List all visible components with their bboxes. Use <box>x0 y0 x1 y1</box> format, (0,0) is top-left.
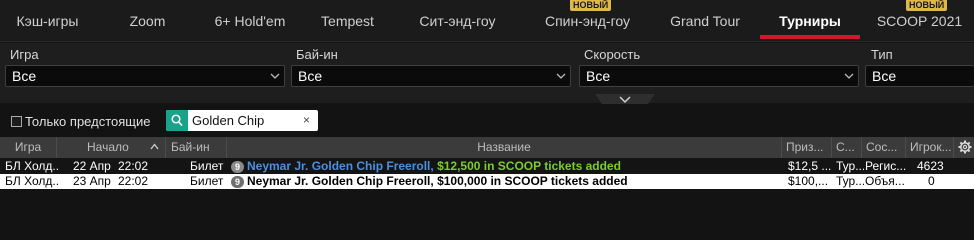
clear-search-button[interactable]: × <box>303 113 310 127</box>
tab-label: Grand Tour <box>670 13 740 29</box>
tournament-name: Neymar Jr. Golden Chip Freeroll, <box>247 159 434 173</box>
chevron-down-icon <box>619 96 631 104</box>
upcoming-only-label: Только предстоящие <box>25 114 151 129</box>
buyin-filter-select[interactable]: Все <box>291 65 571 87</box>
tab-label: 6+ Hold'em <box>214 13 286 29</box>
row-prize: $12,5 ... <box>788 159 832 173</box>
gear-icon[interactable] <box>958 140 972 154</box>
type-filter-label: Тип <box>871 47 893 62</box>
upcoming-only-checkbox[interactable] <box>11 116 22 127</box>
row-players: 0 <box>928 174 935 188</box>
col-header-name[interactable]: Название <box>227 137 782 158</box>
tab-label: Спин-энд-гоу <box>544 13 631 29</box>
col-header-players[interactable]: Игрок... <box>906 137 954 158</box>
row-game: БЛ Холд... <box>5 174 60 188</box>
tab-tempest[interactable]: Tempest <box>300 0 395 42</box>
row-status: Регис... <box>865 159 907 173</box>
search-input[interactable]: Golden Chip × <box>166 110 318 131</box>
row-players: 4623 <box>917 159 944 173</box>
game-filter-label: Игра <box>10 47 39 62</box>
tab-grand-tour[interactable]: Grand Tour <box>655 0 755 42</box>
chevron-down-icon <box>556 73 566 79</box>
table-row-selected[interactable]: БЛ Холд... 23 Апр 22:02 Билет 9 Neymar Jr… <box>0 174 974 189</box>
col-header-status[interactable]: Сос... <box>862 137 906 158</box>
row-buyin: Билет <box>190 159 224 173</box>
tournament-extra: $12,500 in SCOOP tickets added <box>433 159 621 173</box>
search-toolbar: Только предстоящие Golden Chip × <box>0 104 974 136</box>
tab-spin-and-go[interactable]: НОВЫЙ Спин-энд-гоу <box>520 0 655 42</box>
tournament-extra: $100,000 in SCOOP tickets added <box>433 174 628 188</box>
row-date: 22 Апр <box>73 159 111 173</box>
tab-zoom[interactable]: Zoom <box>95 0 200 42</box>
table-empty-area <box>0 190 974 223</box>
speed-filter-value: Все <box>586 68 611 84</box>
search-button[interactable] <box>166 110 188 131</box>
level-badge: 9 <box>231 161 244 173</box>
tab-label: Сит-энд-гоу <box>419 13 496 29</box>
new-badge: НОВЫЙ <box>906 0 948 11</box>
sort-ascending-icon <box>150 143 159 150</box>
col-header-buyin[interactable]: Бай-ин <box>166 137 227 158</box>
filter-panel: Игра Все Бай-ин Все Скорость Все Тип Все <box>0 43 974 107</box>
col-header-prize[interactable]: Приз... <box>782 137 832 158</box>
row-prize: $100,... <box>788 174 829 188</box>
tournament-table-header: Игра Начало Бай-ин Название Приз... С...… <box>0 137 974 158</box>
speed-filter-select[interactable]: Все <box>579 65 859 87</box>
game-filter-value: Все <box>12 68 37 84</box>
tab-cash-games[interactable]: Кэш-игры <box>0 0 95 42</box>
tab-label: Tempest <box>321 13 374 29</box>
tab-scoop-2021[interactable]: НОВЫЙ SCOOP 2021 <box>865 0 974 42</box>
row-time: 22:02 <box>118 159 149 173</box>
type-filter-select[interactable]: Все <box>865 65 974 87</box>
active-tab-indicator <box>760 35 860 39</box>
new-badge: НОВЫЙ <box>570 0 612 11</box>
level-badge: 9 <box>231 176 244 188</box>
row-time: 22:02 <box>118 174 149 188</box>
lobby-tab-bar: Кэш-игры Zoom 6+ Hold'em Tempest Сит-энд… <box>0 0 974 42</box>
tab-label: SCOOP 2021 <box>876 13 963 29</box>
row-name: 9 Neymar Jr. Golden Chip Freeroll, $12,50… <box>231 159 781 174</box>
row-name: 9 Neymar Jr. Golden Chip Freeroll, $100,0… <box>231 174 781 189</box>
tab-label: Zoom <box>129 13 166 29</box>
speed-filter-label: Скорость <box>584 47 641 62</box>
row-speed: Тур... <box>836 174 864 188</box>
tab-sit-and-go[interactable]: Сит-энд-гоу <box>395 0 520 42</box>
tab-6plus-holdem[interactable]: 6+ Hold'em <box>200 0 300 42</box>
chevron-down-icon <box>270 73 280 79</box>
chevron-down-icon <box>844 73 854 79</box>
table-row[interactable]: БЛ Холд... 22 Апр 22:02 Билет 9 Neymar Jr… <box>0 159 974 174</box>
game-filter-select[interactable]: Все <box>5 65 285 87</box>
row-date: 23 Апр <box>73 174 111 188</box>
col-header-speed[interactable]: С... <box>832 137 862 158</box>
search-icon <box>171 114 183 127</box>
row-game: БЛ Холд... <box>5 159 60 173</box>
tab-label: Кэш-игры <box>16 13 79 29</box>
buyin-filter-value: Все <box>298 68 323 84</box>
col-header-game[interactable]: Игра <box>0 137 57 158</box>
tab-label: Турниры <box>779 13 841 29</box>
row-buyin: Билет <box>190 174 224 188</box>
tournament-name: Neymar Jr. Golden Chip Freeroll, <box>247 174 434 188</box>
row-status: Объя... <box>865 174 905 188</box>
type-filter-value: Все <box>872 68 897 84</box>
row-speed: Тур... <box>836 159 864 173</box>
buyin-filter-label: Бай-ин <box>296 47 338 62</box>
search-value: Golden Chip <box>192 113 265 128</box>
